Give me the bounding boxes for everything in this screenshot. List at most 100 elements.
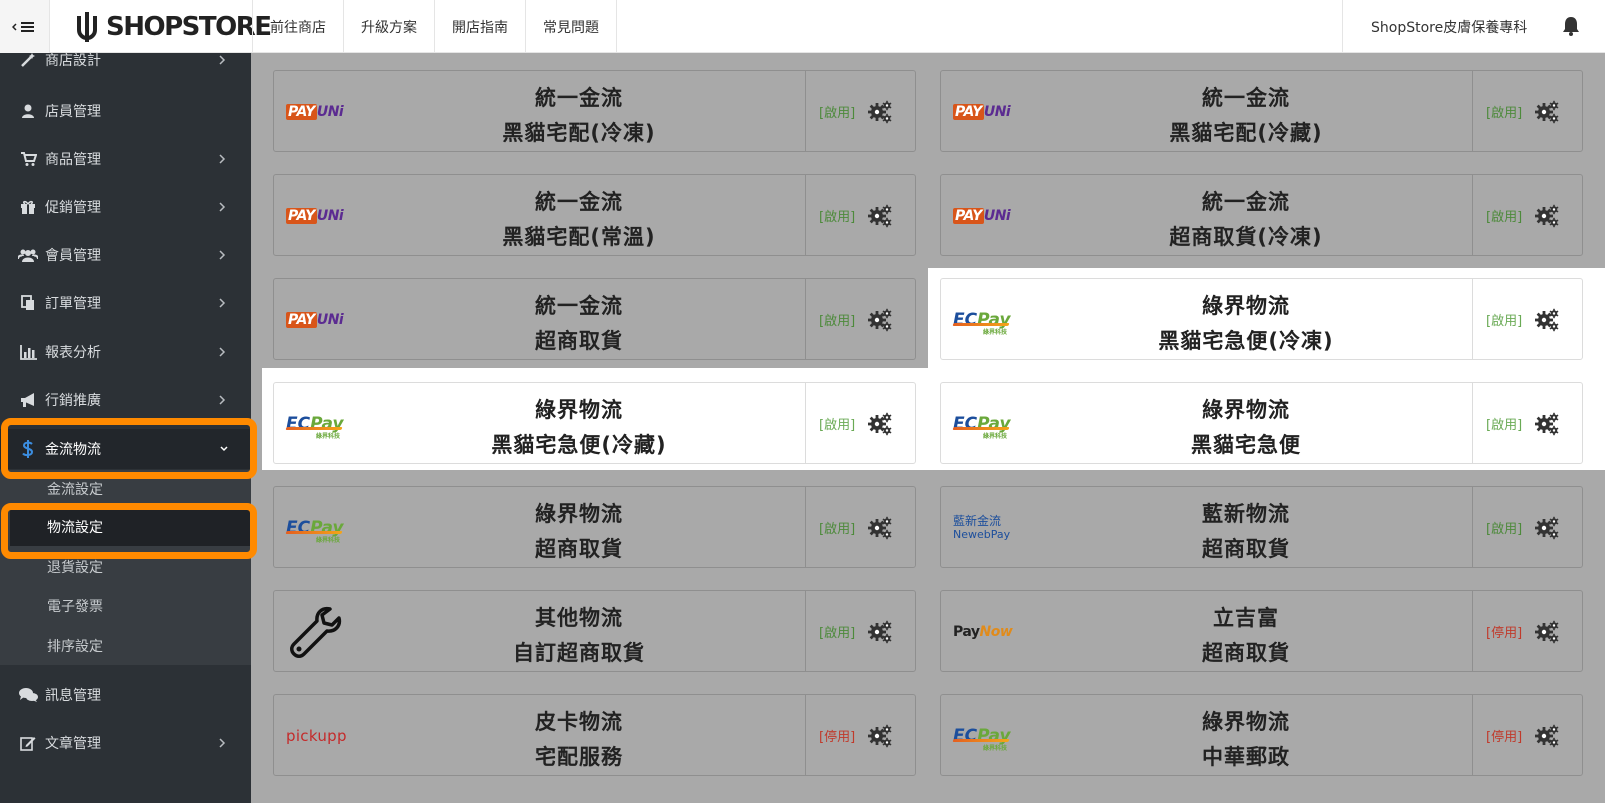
settings-gears-icon[interactable] [1534,724,1560,748]
bar-chart-icon [18,344,38,360]
status-toggle[interactable]: [停用] [1486,622,1522,641]
top-bar: SHOPSTORE 前往商店 升級方案 開店指南 常見問題 ShopStore皮… [0,0,1605,53]
logistics-card: PAY UNi 統一金流 黑貓宅配(冷藏) [啟用] [940,70,1583,152]
sidebar-item-members[interactable]: 會員管理 [0,235,251,275]
provider-name: 綠界物流 [1202,710,1290,734]
settings-gears-icon[interactable] [1534,412,1560,436]
settings-gears-icon[interactable] [867,308,893,332]
card-title: 綠界物流 黑貓宅急便(冷藏) [274,393,884,463]
settings-gears-icon[interactable] [867,100,893,124]
status-toggle[interactable]: [啟用] [819,206,855,225]
sidebar-item-promotions[interactable]: 促銷管理 [0,187,251,227]
settings-gears-icon[interactable] [1534,100,1560,124]
provider-name: 其他物流 [535,606,623,630]
submenu-return-settings[interactable]: 退貨設定 [0,548,251,586]
submenu-e-invoice[interactable]: 電子發票 [0,587,251,625]
settings-gears-icon[interactable] [1534,308,1560,332]
provider-name: 立吉富 [1213,606,1279,630]
bell-icon[interactable] [1560,15,1582,37]
card-title: 綠界物流 中華郵政 [941,705,1551,775]
sidebar-item-label: 會員管理 [45,248,101,264]
sidebar-item-messages[interactable]: 訊息管理 [0,675,251,715]
payment-logistics-submenu: 金流設定 物流設定 退貨設定 電子發票 排序設定 [0,470,251,665]
card-title: 綠界物流黑貓宅急便(冷凍) [941,289,1551,359]
logistics-card: ECPay 綠界科技 綠界物流 黑貓宅急便 [啟用] [940,382,1583,464]
submenu-payment-settings[interactable]: 金流設定 [0,470,251,508]
provider-name: 藍新物流 [1202,502,1290,526]
dollar-icon [18,440,38,458]
status-toggle[interactable]: [啟用] [819,310,855,329]
provider-name: 統一金流 [1202,190,1290,214]
status-toggle[interactable]: [啟用] [1486,206,1522,225]
sidebar-item-payment-logistics[interactable]: 金流物流 [0,429,251,469]
comments-icon [18,687,38,703]
card-actions: [啟用] [805,591,916,671]
status-toggle[interactable]: [啟用] [819,518,855,537]
nav-store-guide[interactable]: 開店指南 [434,0,525,53]
nav-upgrade-plan[interactable]: 升級方案 [343,0,434,53]
logo-text: SHOPSTORE [106,12,272,42]
provider-name: 皮卡物流 [535,710,623,734]
provider-name: 綠界物流 [1202,294,1290,318]
status-toggle[interactable]: [啟用] [1486,102,1522,121]
settings-gears-icon[interactable] [867,412,893,436]
store-name[interactable]: ShopStore皮膚保養專科 [1342,0,1527,53]
sidebar-item-label: 報表分析 [45,345,101,361]
edit-icon [18,735,38,751]
settings-gears-icon[interactable] [867,516,893,540]
cart-icon [18,151,38,167]
sidebar-item-marketing[interactable]: 行銷推廣 [0,380,251,420]
chevron-right-icon [219,347,226,357]
sidebar-item-reports[interactable]: 報表分析 [0,332,251,372]
status-toggle[interactable]: [啟用] [1486,414,1522,433]
card-title: 統一金流 黑貓宅配(冷凍) [274,81,884,151]
provider-name: 統一金流 [535,190,623,214]
chevron-right-icon [219,738,226,748]
settings-gears-icon[interactable] [867,724,893,748]
magic-wand-icon [18,52,38,68]
sidebar-item-label: 商店設計 [45,53,101,69]
card-actions: [啟用] [805,487,916,567]
sidebar-item-orders[interactable]: 訂單管理 [0,283,251,323]
card-actions: [啟用] [805,175,916,255]
status-toggle[interactable]: [停用] [1486,726,1522,745]
submenu-logistics-settings[interactable]: 物流設定 [10,508,250,546]
menu-toggle-button[interactable] [0,0,50,53]
shopstore-logo[interactable]: SHOPSTORE [70,8,272,46]
settings-gears-icon[interactable] [867,620,893,644]
service-name: 黑貓宅急便 [1191,433,1301,457]
sidebar-item-articles[interactable]: 文章管理 [0,723,251,763]
copy-icon [18,295,38,311]
sidebar-item-staff[interactable]: 店員管理 [0,91,251,131]
card-actions: [啟用] [1472,279,1583,359]
settings-gears-icon[interactable] [867,204,893,228]
submenu-sort-settings[interactable]: 排序設定 [0,627,251,665]
logistics-card: PAY UNi 統一金流 黑貓宅配(冷凍) [啟用] [273,70,916,152]
status-toggle[interactable]: [停用] [819,726,855,745]
card-title: 皮卡物流 宅配服務 [274,705,884,775]
service-name: 自訂超商取貨 [513,641,645,665]
chevron-right-icon [219,395,226,405]
sidebar-item-label: 促銷管理 [45,200,101,216]
sidebar-item-products[interactable]: 商品管理 [0,139,251,179]
status-toggle[interactable]: [啟用] [1486,518,1522,537]
settings-gears-icon[interactable] [1534,516,1560,540]
service-name: 超商取貨 [535,329,623,353]
card-title: 統一金流 超商取貨(冷凍) [941,185,1551,255]
status-toggle[interactable]: [啟用] [819,414,855,433]
service-name: 黑貓宅急便(冷凍) [1158,329,1334,353]
bullhorn-icon [18,392,38,408]
status-toggle[interactable]: [啟用] [819,622,855,641]
nav-go-to-store[interactable]: 前往商店 [252,0,343,53]
settings-gears-icon[interactable] [1534,620,1560,644]
status-toggle[interactable]: [啟用] [819,102,855,121]
service-name: 超商取貨 [1202,641,1290,665]
provider-name: 統一金流 [535,294,623,318]
logistics-card: ECPay 綠界科技 綠界物流 黑貓宅急便(冷凍) [啟用] [940,278,1583,360]
card-title: 綠界物流 黑貓宅急便 [941,393,1551,463]
settings-gears-icon[interactable] [1534,204,1560,228]
nav-faq[interactable]: 常見問題 [525,0,617,53]
card-title: 藍新物流 超商取貨 [941,497,1551,567]
card-title: 立吉富 超商取貨 [941,601,1551,671]
status-toggle[interactable]: [啟用] [1486,310,1522,329]
